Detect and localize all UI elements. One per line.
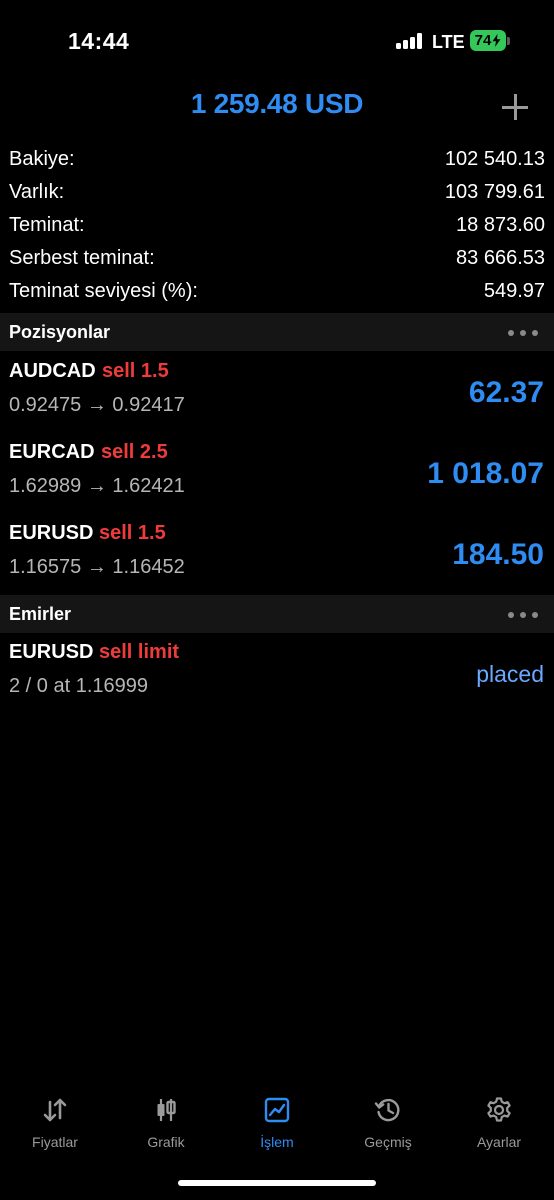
- position-symbol: AUDCAD: [9, 360, 96, 382]
- position-side: sell 2.5: [101, 441, 168, 463]
- network-type: LTE: [432, 32, 465, 52]
- positions-section-header: Pozisyonlar: [0, 313, 554, 351]
- tab-gear[interactable]: Ayarlar: [444, 1088, 554, 1158]
- account-row: Teminat: 18 873.60: [0, 210, 554, 243]
- order-symbol: EURUSD: [9, 641, 94, 663]
- position-row[interactable]: EURUSD sell 1.5 1.16575 → 1.16452 184.50: [0, 518, 554, 598]
- cellular-signal-icon: [396, 33, 422, 49]
- position-profit: 1 018.07: [427, 457, 544, 490]
- plus-icon[interactable]: [500, 92, 530, 122]
- account-row: Varlık: 103 799.61: [0, 177, 554, 210]
- more-dots-icon[interactable]: [508, 330, 538, 336]
- account-label: Varlık:: [9, 181, 65, 203]
- position-symbol: EURCAD: [9, 441, 95, 463]
- account-value: 103 799.61: [444, 181, 545, 203]
- tab-label: Fiyatlar: [32, 1134, 78, 1150]
- account-label: Teminat:: [9, 214, 85, 236]
- quotes-arrows-icon: [43, 1098, 67, 1122]
- account-value: 18 873.60: [456, 214, 545, 236]
- tab-label: Ayarlar: [476, 1134, 522, 1150]
- position-prices: 0.92475 → 0.92417: [9, 394, 185, 416]
- order-details: 2 / 0 at 1.16999: [9, 675, 149, 697]
- position-profit: 62.37: [468, 376, 544, 409]
- account-row: Serbest teminat: 83 666.53: [0, 243, 554, 276]
- account-value: 549.97: [483, 280, 545, 302]
- account-row: Bakiye: 102 540.13: [0, 144, 554, 177]
- position-row[interactable]: EURCAD sell 2.5 1.62989 → 1.62421 1 018.07: [0, 437, 554, 517]
- order-side: sell limit: [99, 641, 180, 663]
- tab-history-clock[interactable]: Geçmiş: [333, 1088, 443, 1158]
- home-indicator: [178, 1180, 376, 1186]
- order-state: placed: [476, 661, 544, 687]
- battery-icon: 74: [470, 30, 506, 51]
- battery-cap: [507, 37, 510, 45]
- battery-level: 74: [474, 32, 492, 49]
- status-time: 14:44: [68, 28, 130, 54]
- trade-chart-icon: [264, 1097, 290, 1123]
- charging-bolt-icon: [492, 34, 501, 47]
- position-prices: 1.16575 → 1.16452: [9, 556, 185, 578]
- account-label: Serbest teminat:: [9, 247, 155, 269]
- position-prices: 1.62989 → 1.62421: [9, 475, 185, 497]
- profit-total: 1 259.48 USD: [190, 88, 364, 119]
- section-title: Pozisyonlar: [9, 322, 111, 342]
- account-summary: Bakiye: 102 540.13 Varlık: 103 799.61 Temina…: [0, 144, 554, 309]
- account-value: 102 540.13: [444, 148, 545, 170]
- account-label: Bakiye:: [9, 148, 75, 170]
- section-title: Emirler: [9, 604, 72, 624]
- gear-icon: [487, 1097, 511, 1122]
- account-label: Teminat seviyesi (%):: [9, 280, 198, 302]
- account-value: 83 666.53: [456, 247, 545, 269]
- tab-candlestick-chart[interactable]: Grafik: [111, 1088, 221, 1158]
- candlestick-chart-icon: [157, 1099, 176, 1121]
- history-clock-icon: [374, 1098, 400, 1122]
- order-row[interactable]: EURUSD sell limit 2 / 0 at 1.16999 placed: [0, 637, 554, 717]
- tab-label: İşlem: [260, 1134, 294, 1150]
- account-row: Teminat seviyesi (%): 549.97: [0, 276, 554, 309]
- tab-label: Geçmiş: [364, 1134, 412, 1150]
- position-side: sell 1.5: [99, 522, 166, 544]
- orders-section-header: Emirler: [0, 595, 554, 633]
- position-symbol: EURUSD: [9, 522, 94, 544]
- tab-quotes-arrows[interactable]: Fiyatlar: [0, 1088, 110, 1158]
- tab-trade-chart[interactable]: İşlem: [222, 1088, 332, 1158]
- tab-label: Grafik: [147, 1134, 185, 1150]
- more-dots-icon[interactable]: [508, 612, 538, 618]
- position-profit: 184.50: [452, 538, 544, 571]
- position-side: sell 1.5: [102, 360, 169, 382]
- status-bar: 14:44 LTE 74: [0, 0, 554, 80]
- position-row[interactable]: AUDCAD sell 1.5 0.92475 → 0.92417 62.37: [0, 356, 554, 436]
